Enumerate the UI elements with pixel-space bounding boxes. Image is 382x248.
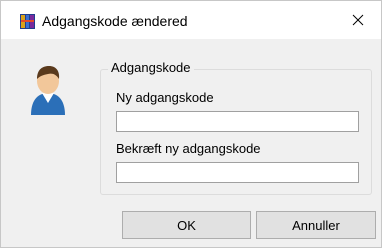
title-bar: Adgangskode ændered <box>1 1 381 39</box>
confirm-password-label: Bekræft ny adgangskode <box>116 141 261 156</box>
ok-button[interactable]: OK <box>122 211 251 239</box>
user-avatar-icon <box>28 61 68 117</box>
new-password-label: Ny adgangskode <box>116 90 214 105</box>
window-title: Adgangskode ændered <box>42 13 188 29</box>
app-icon <box>20 14 35 29</box>
cancel-button[interactable]: Annuller <box>256 211 376 239</box>
groupbox-legend: Adgangskode <box>108 60 194 76</box>
close-icon <box>352 14 364 26</box>
confirm-password-input[interactable] <box>116 162 359 183</box>
new-password-input[interactable] <box>116 111 359 132</box>
password-change-dialog: Adgangskode ændered Adgangskode Ny adgan… <box>0 0 382 248</box>
close-button[interactable] <box>335 1 381 39</box>
